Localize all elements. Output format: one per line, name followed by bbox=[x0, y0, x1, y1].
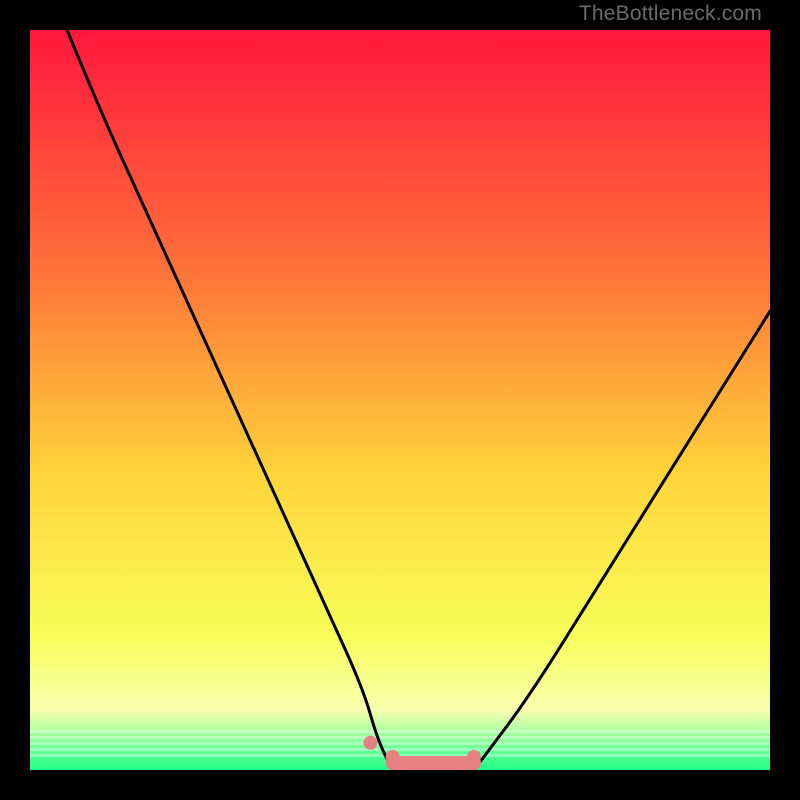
chart-canvas bbox=[30, 30, 770, 770]
plot-frame bbox=[30, 30, 770, 770]
band-cap-right bbox=[467, 750, 481, 764]
watermark-text: TheBottleneck.com bbox=[579, 2, 762, 26]
band-cap-left bbox=[386, 750, 400, 764]
marker-dot bbox=[363, 736, 377, 750]
gradient-rect bbox=[30, 30, 770, 770]
